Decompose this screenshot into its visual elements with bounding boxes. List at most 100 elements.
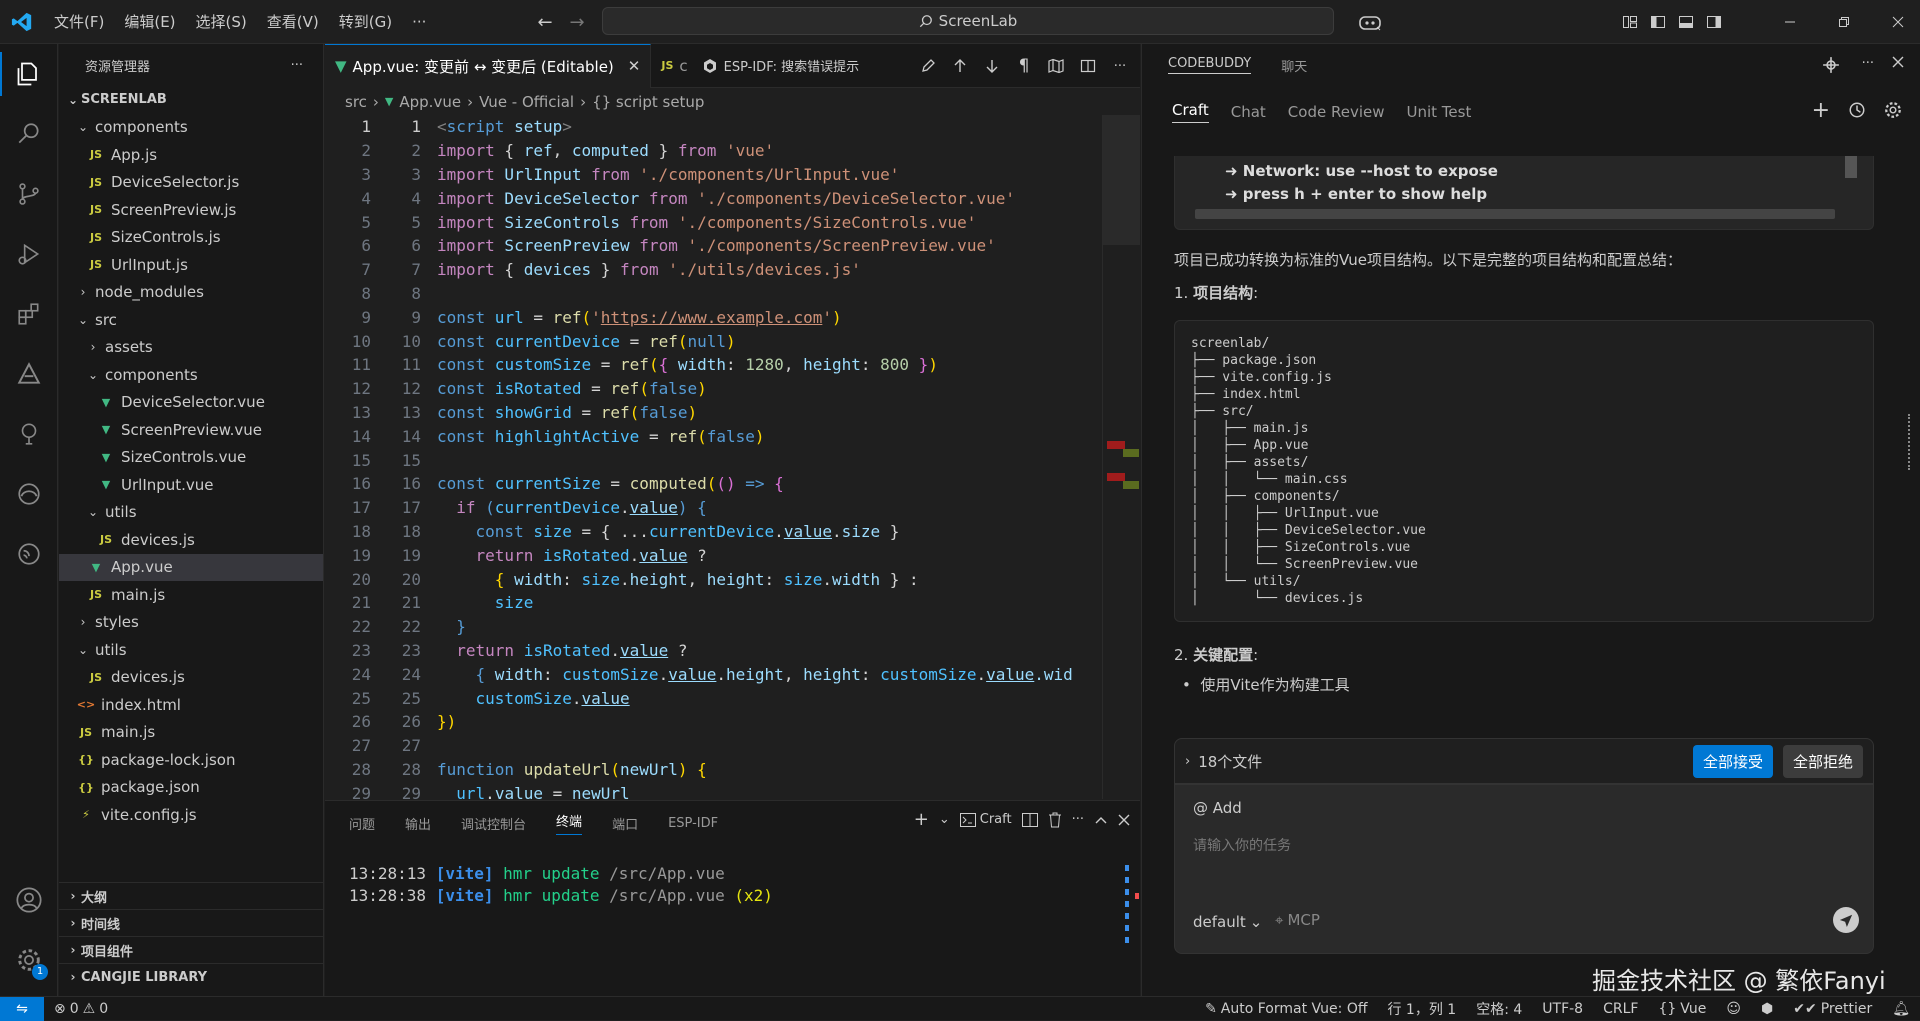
more-actions-icon[interactable]: ··· [291,58,303,73]
new-chat-icon[interactable]: + [1812,98,1830,123]
tab-craft[interactable]: Craft [1172,101,1209,123]
extensions-icon[interactable] [0,284,58,344]
tree-folder[interactable]: ⌄ utils [59,499,323,527]
panel-tab-ports[interactable]: 端口 [612,814,638,833]
tree-folder[interactable]: ⌄ utils [59,636,323,664]
search-view-icon[interactable] [0,104,58,164]
header-more-icon[interactable]: ··· [1862,56,1874,71]
tree-file[interactable]: JS main.js [59,719,323,747]
edge-icon[interactable] [0,464,58,524]
tab-app-vue-diff[interactable]: ▼ App.vue: 变更前 ↔ 变更后 (Editable) ✕ [325,43,652,88]
encoding[interactable]: UTF-8 [1532,1001,1593,1017]
reject-all-button[interactable]: 全部拒绝 [1782,744,1863,778]
toggle-sidebar-icon[interactable] [1644,8,1672,36]
chevron-down-icon[interactable]: ⌄ [939,812,950,827]
tree-file[interactable]: <> index.html [59,691,323,719]
tree-file[interactable]: {} package-lock.json [59,746,323,774]
tree-file[interactable]: JS devices.js [59,526,323,554]
tab-codebuddy[interactable]: CODEBUDDY [1168,56,1252,74]
section-project-components[interactable]: › 项目组件 [59,936,324,963]
prettier-status[interactable]: ✔✔ Prettier [1783,1001,1882,1017]
tree-file[interactable]: JS main.js [59,581,323,609]
menu-edit[interactable]: 编辑(E) [114,7,185,37]
minimap[interactable] [1102,115,1140,799]
code-editor[interactable]: 1 1 <script setup> 2 2 import { ref, computed… [325,115,1140,799]
copilot-icon[interactable] [1350,8,1390,36]
panel-more-icon[interactable]: ··· [1072,812,1084,827]
add-context-button[interactable]: @ Add [1193,799,1242,817]
tree-file[interactable]: JS ScreenPreview.js [59,196,323,224]
cursor-position[interactable]: 行 1，列 1 [1377,999,1466,1019]
notifications-bell-icon[interactable]: 🔔︎ [1882,1001,1920,1017]
split-terminal-icon[interactable] [1021,812,1038,827]
section-cangjie-library[interactable]: › CANGJIE LIBRARY [59,963,324,990]
explorer-icon[interactable] [0,44,58,104]
menu-more[interactable]: ··· [402,7,436,37]
editor-more-icon[interactable]: ··· [1106,52,1134,80]
tree-folder[interactable]: ⌄ components [59,114,323,142]
back-arrow-icon[interactable]: ← [530,7,560,37]
account-icon[interactable] [0,870,58,930]
tree-file[interactable]: ▼ SizeControls.vue [59,444,323,472]
remote-indicator-icon[interactable]: ⇋ [0,996,44,1021]
panel-tab-esp-idf[interactable]: ESP-IDF [668,816,718,831]
remote-icon[interactable] [0,524,58,584]
tree-file[interactable]: JS App.js [59,141,323,169]
tree-file[interactable]: JS devices.js [59,664,323,692]
task-input-box[interactable]: @ Add 请输入你的任务 default ⌄ ⌖ MCP [1174,784,1874,954]
close-window-icon[interactable] [1878,8,1918,36]
close-sidebar-icon[interactable] [1892,56,1904,68]
breadcrumb-file[interactable]: App.vue [399,93,461,111]
breadcrumb-symbol[interactable]: {} script setup [592,93,704,111]
panel-tab-problems[interactable]: 问题 [349,814,375,833]
trash-icon[interactable] [1048,812,1062,828]
extension-icon[interactable] [1822,56,1840,74]
breadcrumb-language[interactable]: Vue - Official [479,93,574,111]
vertical-scrollbar[interactable] [1845,156,1857,178]
tree-file[interactable]: {} package.json [59,774,323,802]
close-tab-icon[interactable]: ✕ [628,57,641,75]
tree-folder[interactable]: › assets [59,334,323,362]
craft-terminal[interactable]: Craft [959,812,1012,827]
command-center-search[interactable]: ScreenLab [602,7,1334,35]
restore-icon[interactable] [1824,8,1864,36]
tree-folder[interactable]: › styles [59,609,323,637]
source-control-icon[interactable] [0,164,58,224]
codebuddy-status-icon[interactable]: ⬢ [1751,1001,1783,1017]
auto-format-status[interactable]: ✎ Auto Format Vue: Off [1195,1001,1377,1017]
manage-gear-icon[interactable]: 1 [0,930,58,990]
mcp-button[interactable]: ⌖ MCP [1275,911,1320,929]
tab-chat-cn[interactable]: 聊天 [1281,56,1307,75]
scrollbar-grip[interactable] [1908,414,1918,470]
tree-folder[interactable]: › node_modules [59,279,323,307]
breadcrumb-src[interactable]: src [345,93,367,111]
customize-layout-icon[interactable] [1616,8,1644,36]
menu-view[interactable]: 查看(V) [257,7,329,37]
accept-all-button[interactable]: 全部接受 [1692,744,1773,778]
tree-file[interactable]: ▼ ScreenPreview.vue [59,416,323,444]
copilot-status-icon[interactable]: ☺ [1716,1001,1751,1017]
tab-chat[interactable]: Chat [1231,103,1266,121]
menu-file[interactable]: 文件(F) [44,7,114,37]
new-terminal-icon[interactable]: + [914,809,929,830]
workspace-root[interactable]: ⌄ SCREENLAB [59,86,323,114]
tree-file[interactable]: ▼ DeviceSelector.vue [59,389,323,417]
history-icon[interactable] [1848,101,1866,119]
tree-file[interactable]: ▼ UrlInput.vue [59,471,323,499]
split-editor-icon[interactable] [1074,52,1102,80]
close-panel-icon[interactable] [1118,814,1130,826]
tree-folder[interactable]: ⌄ components [59,361,323,389]
tab-js-file[interactable]: JS c [651,44,691,88]
panel-tab-output[interactable]: 输出 [405,814,431,833]
run-debug-icon[interactable] [0,224,58,284]
terminal-output[interactable]: 13:28:13 [vite] hmr update /src/App.vue … [325,845,1140,925]
problems-indicator[interactable]: ⊗ 0 ⚠ 0 [44,1001,118,1017]
section-timeline[interactable]: › 时间线 [59,909,324,936]
panel-tab-terminal[interactable]: 终端 [556,811,583,835]
changed-files-bar[interactable]: › 18个文件 全部接受 全部拒绝 [1174,738,1874,784]
task-input-placeholder[interactable]: 请输入你的任务 [1193,835,1291,855]
previous-change-icon[interactable] [946,52,974,80]
menu-go[interactable]: 转到(G) [329,7,402,37]
forward-arrow-icon[interactable]: → [562,7,592,37]
pilcrow-icon[interactable]: ¶ [1010,52,1038,80]
